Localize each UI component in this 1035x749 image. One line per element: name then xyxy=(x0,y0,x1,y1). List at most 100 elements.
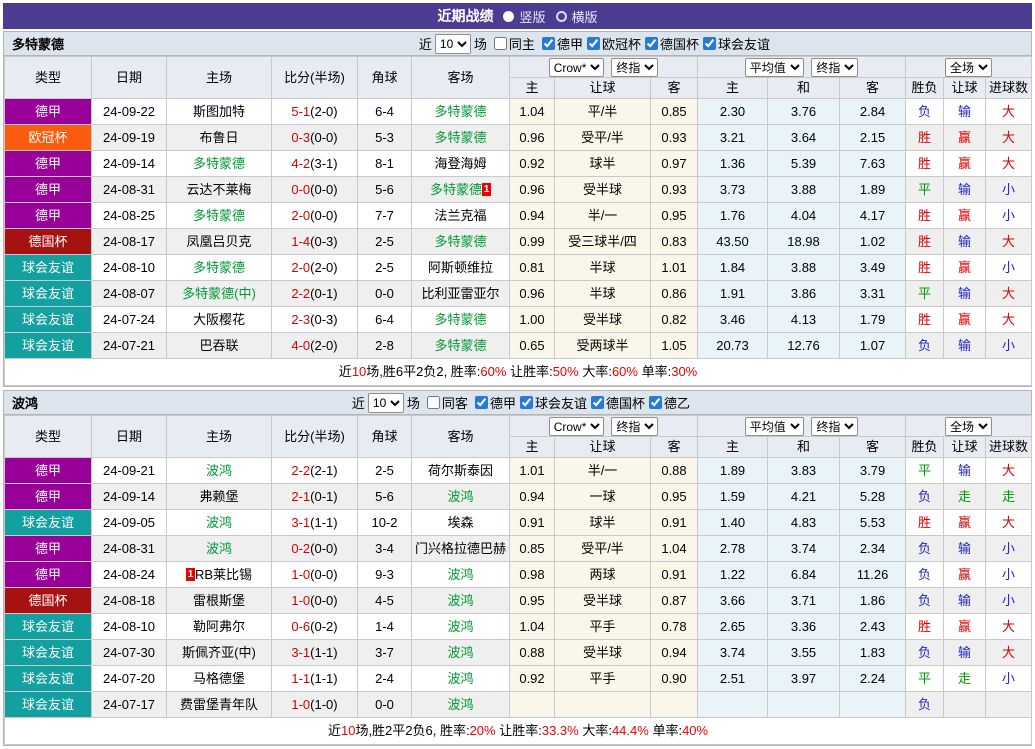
horizontal-layout-radio[interactable]: 横版 xyxy=(556,7,598,26)
same-venue-checkbox-input[interactable] xyxy=(427,396,440,409)
corner-cell: 2-5 xyxy=(358,229,412,255)
league-filter-checkbox[interactable]: 球会友谊 xyxy=(516,393,587,412)
handicap-result-cell: 输 xyxy=(944,458,986,484)
average-select[interactable]: 平均值 xyxy=(745,58,804,77)
home-team-name: 费雷堡青年队 xyxy=(180,697,258,712)
match-row: 球会友谊24-07-21巴吞联4-0(2-0)2-8多特蒙德0.65受两球半1.… xyxy=(5,333,1032,359)
league-checkbox-input[interactable] xyxy=(475,396,488,409)
league-checkbox-label: 球会友谊 xyxy=(718,34,770,53)
summary-row: 近10场,胜2平2负6, 胜率:20% 让胜率:33.3% 大率:44.4% 单… xyxy=(5,718,1032,745)
league-filter-checkbox[interactable]: 德乙 xyxy=(645,393,690,412)
score-cell: 2-0(2-0) xyxy=(272,255,358,281)
away-handicap-odds-cell: 0.88 xyxy=(651,458,698,484)
result-cell: 胜 xyxy=(906,614,944,640)
handicap-cell: 球半 xyxy=(555,151,651,177)
final-odds-select[interactable]: 终指 xyxy=(611,417,658,436)
final-odds-select[interactable]: 终指 xyxy=(811,58,858,77)
match-row: 球会友谊24-07-20马格德堡1-1(1-1)2-4波鸿0.92平手0.902… xyxy=(5,666,1032,692)
radio-unselected-icon[interactable] xyxy=(556,11,567,22)
bookmaker-select[interactable]: Crow* xyxy=(549,58,604,77)
league-checkbox-label: 德国杯 xyxy=(660,34,699,53)
home-handicap-odds-cell: 0.95 xyxy=(510,588,555,614)
result-cell: 负 xyxy=(906,588,944,614)
corner-cell: 5-6 xyxy=(358,484,412,510)
summary-segment: 40% xyxy=(682,723,708,738)
avg-draw-odds-cell xyxy=(768,692,840,718)
league-checkbox-input[interactable] xyxy=(591,396,604,409)
summary-segment: 近 xyxy=(339,364,352,379)
same-venue-checkbox[interactable]: 同主 xyxy=(490,34,535,53)
handicap-result-cell: 输 xyxy=(944,229,986,255)
handicap-cell: 受半球 xyxy=(555,307,651,333)
corner-cell: 6-4 xyxy=(358,99,412,125)
away-team-cell: 埃森 xyxy=(412,510,510,536)
match-row: 球会友谊24-07-17费雷堡青年队1-0(1-0)0-0波鸿负 xyxy=(5,692,1032,718)
league-filter-checkbox[interactable]: 德甲 xyxy=(471,393,516,412)
fulltime-score: 3-1 xyxy=(291,515,310,530)
league-checkbox-input[interactable] xyxy=(645,37,658,50)
league-checkbox-input[interactable] xyxy=(703,37,716,50)
goals-result-cell: 小 xyxy=(986,177,1032,203)
final-odds-select[interactable]: 终指 xyxy=(611,58,658,77)
goals-result-cell: 大 xyxy=(986,229,1032,255)
avg-away-odds-cell: 4.17 xyxy=(840,203,906,229)
scope-select[interactable]: 全场 xyxy=(945,58,992,77)
halftime-score: (0-3) xyxy=(310,234,337,249)
match-count-select[interactable]: 10 xyxy=(435,34,471,54)
league-checkbox-input[interactable] xyxy=(587,37,600,50)
home-handicap-odds-cell: 0.92 xyxy=(510,666,555,692)
league-filter-checkbox[interactable]: 德国杯 xyxy=(587,393,645,412)
league-badge: 德甲 xyxy=(5,177,92,203)
same-venue-checkbox[interactable]: 同客 xyxy=(423,393,468,412)
handicap-cell: 半球 xyxy=(555,255,651,281)
result-cell: 负 xyxy=(906,99,944,125)
result-cell: 胜 xyxy=(906,229,944,255)
date-cell: 24-08-10 xyxy=(92,614,167,640)
home-handicap-odds-cell: 0.85 xyxy=(510,536,555,562)
fulltime-score: 1-0 xyxy=(291,697,310,712)
corner-cell: 0-0 xyxy=(358,281,412,307)
league-checkbox-input[interactable] xyxy=(542,37,555,50)
avg-draw-odds-cell: 3.55 xyxy=(768,640,840,666)
same-venue-checkbox-input[interactable] xyxy=(494,37,507,50)
radio-selected-icon[interactable] xyxy=(503,11,514,22)
score-cell: 2-3(0-3) xyxy=(272,307,358,333)
col-header-date: 日期 xyxy=(92,416,167,458)
vertical-layout-radio[interactable]: 竖版 xyxy=(503,7,545,26)
avg-home-odds-cell: 1.84 xyxy=(698,255,768,281)
sub-header-avg-draw: 和 xyxy=(768,78,840,99)
scope-select[interactable]: 全场 xyxy=(945,417,992,436)
league-badge: 德甲 xyxy=(5,484,92,510)
halftime-score: (0-0) xyxy=(310,130,337,145)
handicap-result-cell: 走 xyxy=(944,484,986,510)
avg-home-odds-cell: 3.73 xyxy=(698,177,768,203)
score-cell: 4-2(3-1) xyxy=(272,151,358,177)
league-filter-checkbox[interactable]: 欧冠杯 xyxy=(583,34,641,53)
average-select[interactable]: 平均值 xyxy=(745,417,804,436)
avg-home-odds-cell: 2.78 xyxy=(698,536,768,562)
league-filter-checkbox[interactable]: 球会友谊 xyxy=(699,34,770,53)
result-cell: 负 xyxy=(906,333,944,359)
avg-away-odds-cell: 1.79 xyxy=(840,307,906,333)
league-checkbox-input[interactable] xyxy=(520,396,533,409)
league-filter-checkbox[interactable]: 德甲 xyxy=(538,34,583,53)
goals-result-cell: 小 xyxy=(986,562,1032,588)
goals-result-cell: 大 xyxy=(986,151,1032,177)
away-handicap-odds-cell: 0.94 xyxy=(651,640,698,666)
league-checkbox-input[interactable] xyxy=(649,396,662,409)
score-cell: 0-3(0-0) xyxy=(272,125,358,151)
league-filter-checkbox[interactable]: 德国杯 xyxy=(641,34,699,53)
home-team-name: 波鸿 xyxy=(206,515,232,530)
match-count-select[interactable]: 10 xyxy=(368,393,404,413)
bookmaker-select[interactable]: Crow* xyxy=(549,417,604,436)
home-team-cell: 弗赖堡 xyxy=(167,484,272,510)
goals-result-cell: 小 xyxy=(986,666,1032,692)
home-team-cell: 巴吞联 xyxy=(167,333,272,359)
score-cell: 2-2(0-1) xyxy=(272,281,358,307)
result-cell: 胜 xyxy=(906,510,944,536)
avg-away-odds-cell: 1.83 xyxy=(840,640,906,666)
home-team-cell: 云达不莱梅 xyxy=(167,177,272,203)
avg-away-odds-cell xyxy=(840,692,906,718)
final-odds-select[interactable]: 终指 xyxy=(811,417,858,436)
handicap-odds-group: Crow* 终指 xyxy=(510,57,698,78)
